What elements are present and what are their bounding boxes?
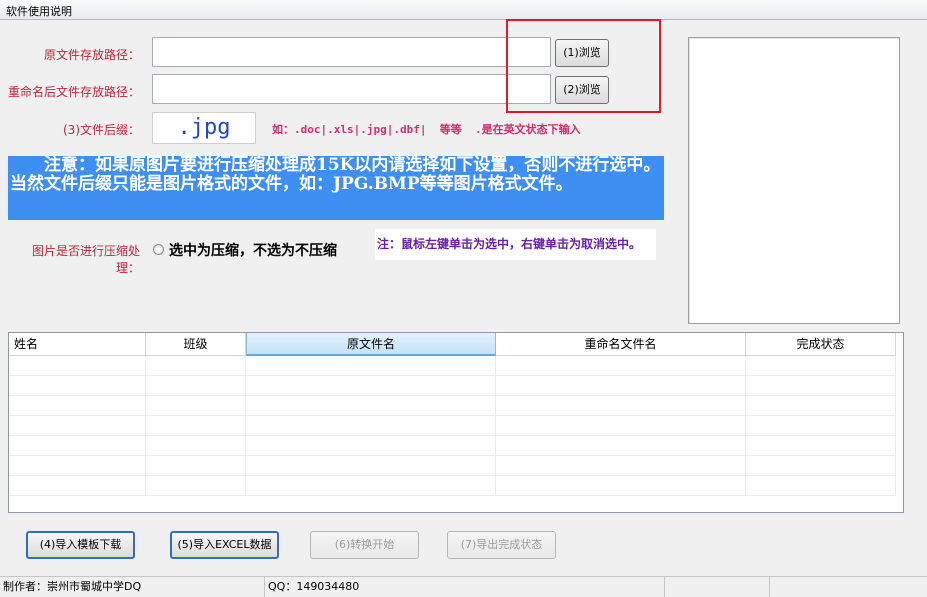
source-path-input[interactable] [152,37,551,67]
target-path-label: 重命名后文件存放路径： [7,85,140,99]
table-row [9,376,903,396]
suffix-label: (3)文件后缀： [63,123,140,137]
mouse-tip: 注：鼠标左键单击为选中，右键单击为取消选中。 [375,229,656,260]
grid-body [9,356,903,496]
source-path-label: 原文件存放路径： [43,48,140,62]
notice-banner: 注意：如果原图片要进行压缩处理成15K以内请选择如下设置，否则不进行选中。当然文… [8,156,664,220]
column-header-original-filename[interactable]: 原文件名 [246,333,496,356]
column-header-name[interactable]: 姓名 [9,333,146,356]
status-panel-3 [665,577,770,597]
table-row [9,456,903,476]
column-header-renamed-filename[interactable]: 重命名文件名 [496,333,746,356]
table-row [9,396,903,416]
column-header-class[interactable]: 班级 [146,333,246,356]
table-row [9,476,903,496]
menu-bar: 软件使用说明 [0,0,927,20]
status-bar: 制作者：崇州市蜀城中学DQ QQ：149034480 [0,576,927,597]
menu-item-help[interactable]: 软件使用说明 [6,3,72,19]
table-row [9,416,903,436]
highlight-frame [506,19,661,113]
status-qq: QQ：149034480 [265,577,665,597]
image-preview [688,37,900,324]
compress-label: 图片是否进行压缩处理： [31,244,140,275]
column-header-status[interactable]: 完成状态 [746,333,896,356]
template-download-button[interactable]: (4)导入模板下载 [26,531,135,559]
export-status-button[interactable]: (7)导出完成状态 [447,531,556,559]
start-convert-button[interactable]: (6)转换开始 [310,531,419,559]
import-excel-button[interactable]: (5)导入EXCEL数据 [170,531,279,559]
suffix-input[interactable]: .jpg [152,112,256,144]
suffix-hint: 如：.doc|.xls|.jpg|.dbf| 等等 .是在英文状态下输入 [272,123,581,136]
table-row [9,436,903,456]
compress-option-text[interactable]: 选中为压缩，不选为不压缩 [169,240,337,260]
grid-header: 姓名 班级 原文件名 重命名文件名 完成状态 [9,333,903,356]
data-grid[interactable]: 姓名 班级 原文件名 重命名文件名 完成状态 [8,332,904,513]
compress-radio[interactable] [153,244,164,255]
status-author: 制作者：崇州市蜀城中学DQ [0,577,265,597]
table-row [9,356,903,376]
status-panel-4 [770,577,927,597]
target-path-input[interactable] [152,74,551,104]
